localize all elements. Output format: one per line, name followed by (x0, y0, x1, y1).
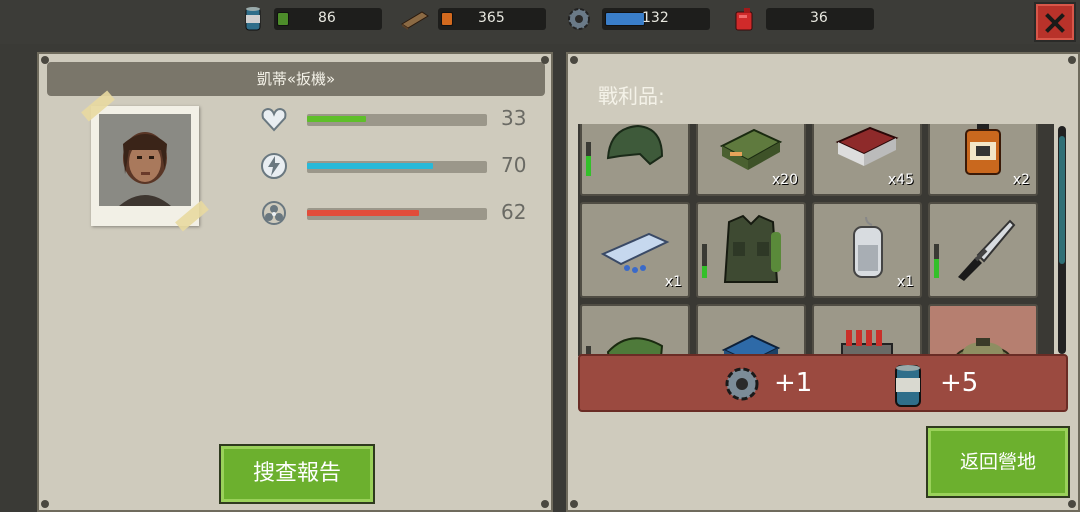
loot-slot[interactable] (928, 202, 1038, 298)
resource-fill (605, 12, 645, 26)
loot-slot[interactable]: x45 (812, 124, 922, 196)
loot-slot[interactable] (812, 304, 922, 356)
armor-vest-icon (723, 214, 781, 283)
durability-bar (934, 244, 939, 278)
loot-panel: 戰利品: x20 x45 x2 x1 x1 +1 +5 返回營地 (566, 52, 1080, 512)
pills-icon (600, 232, 670, 273)
search-report-button[interactable]: 搜查報告 (219, 444, 375, 504)
radiation-bar (307, 208, 487, 220)
character-panel: 凱蒂«扳機» 33 70 62 搜查報告 (37, 52, 553, 512)
panel-rivet (570, 500, 578, 508)
loot-slot[interactable]: x20 (696, 124, 806, 196)
ammo-belt-icon (841, 330, 893, 356)
can-icon (888, 364, 928, 407)
panel-rivet (41, 500, 49, 508)
panel-rivet (570, 56, 578, 64)
panel-rivet (541, 56, 549, 64)
item-qty: x1 (664, 274, 682, 290)
reward-parts-value: +1 (774, 368, 813, 398)
loot-slot[interactable]: x2 (928, 124, 1038, 196)
resource-bar: 86 365 132 36 (0, 0, 1080, 44)
item-qty: x2 (1012, 172, 1030, 188)
item-qty: x20 (771, 172, 798, 188)
durability-fill (586, 156, 591, 176)
resource-fill (441, 12, 453, 26)
radiation-value: 62 (501, 200, 527, 224)
cloth-icon (606, 337, 664, 356)
resource-fuel: 36 (732, 6, 874, 32)
whiskey-bottle-icon (965, 124, 1001, 175)
character-name: 凱蒂«扳機» (47, 62, 545, 96)
stat-fill (307, 210, 419, 216)
stat-fill (307, 163, 433, 169)
durability-bar (586, 142, 591, 176)
durability-fill (934, 259, 939, 278)
biohazard-icon (259, 198, 289, 228)
loot-label: 戰利品: (598, 84, 665, 108)
reward-food-value: +5 (940, 368, 979, 398)
loot-scrollbar[interactable] (1058, 126, 1066, 354)
resource-wood: 365 (400, 6, 546, 32)
loot-slot[interactable] (580, 124, 690, 196)
resource-parts: 132 (566, 6, 710, 32)
iv-bag-icon (853, 216, 883, 278)
fuel-count: 36 (810, 10, 828, 26)
panel-rivet (1068, 56, 1076, 64)
scroll-thumb[interactable] (1059, 136, 1065, 264)
item-qty: x45 (887, 172, 914, 188)
gear-icon (566, 6, 592, 32)
loot-slot[interactable] (696, 202, 806, 298)
blue-crate-icon (721, 334, 781, 356)
combat-knife-icon (958, 219, 1016, 281)
durability-fill (702, 266, 707, 278)
energy-value: 70 (501, 153, 527, 177)
close-button[interactable] (1034, 2, 1076, 42)
loot-slot[interactable] (580, 304, 690, 356)
stat-fill (307, 116, 366, 122)
ammo-box-icon (719, 128, 783, 170)
character-portrait (81, 90, 209, 232)
wood-plank-icon (400, 6, 429, 32)
panel-rivet (41, 56, 49, 64)
reward-banner: +1 +5 (578, 354, 1068, 412)
heart-icon (259, 104, 289, 134)
panel-rivet (541, 500, 549, 508)
food-count: 86 (318, 10, 336, 26)
durability-bar (702, 244, 707, 278)
loot-slot[interactable] (696, 304, 806, 356)
energy-bar (307, 161, 487, 173)
landmine-icon (955, 338, 1011, 356)
health-bar (307, 114, 487, 126)
loot-slot[interactable]: x1 (812, 202, 922, 298)
can-icon (240, 6, 266, 32)
fuel-can-icon (732, 6, 758, 32)
item-qty: x1 (896, 274, 914, 290)
resource-fill (277, 12, 289, 26)
shotgun-shells-icon (835, 126, 899, 166)
loot-slot[interactable] (928, 304, 1038, 356)
gear-icon (722, 364, 762, 404)
health-value: 33 (501, 106, 527, 130)
wood-count: 365 (478, 10, 505, 26)
avatar (99, 114, 191, 206)
parts-count: 132 (642, 10, 669, 26)
panel-rivet (1068, 500, 1076, 508)
helmet-icon (606, 124, 664, 166)
return-camp-button[interactable]: 返回營地 (926, 426, 1070, 498)
resource-food: 86 (240, 6, 382, 32)
loot-slot[interactable]: x1 (580, 202, 690, 298)
loot-grid[interactable]: x20 x45 x2 x1 x1 (578, 124, 1054, 356)
lightning-icon (259, 151, 289, 181)
